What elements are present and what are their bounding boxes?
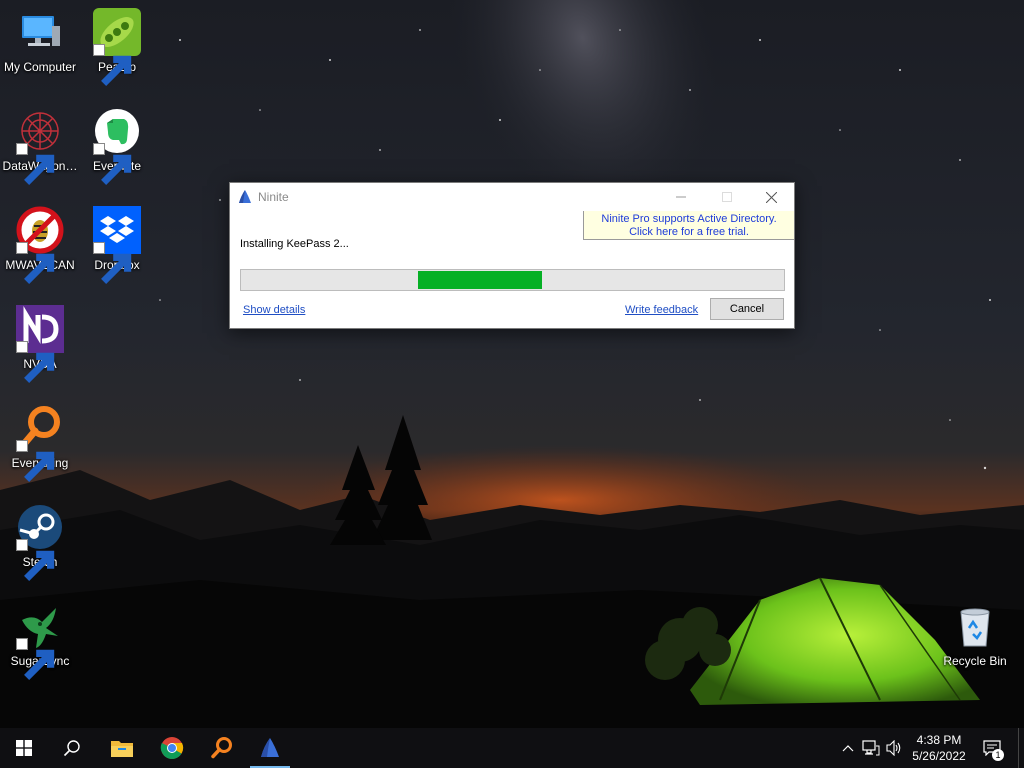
desktop-icon-mwavscan[interactable]: MWAVSCAN	[0, 206, 80, 284]
taskbar-ninite[interactable]	[246, 728, 294, 768]
system-clock[interactable]: 4:38 PM 5/26/2022	[906, 732, 972, 764]
desktop-icon-everything[interactable]: Everything	[0, 404, 80, 482]
recycle-bin-icon	[951, 602, 999, 650]
shortcut-arrow-icon	[16, 440, 55, 482]
taskbar-chrome[interactable]	[148, 728, 196, 768]
desktop-icon-evernote[interactable]: Evernote	[77, 107, 157, 185]
ninite-icon	[261, 738, 279, 757]
clock-date: 5/26/2022	[912, 749, 966, 763]
mwavscan-icon	[16, 206, 64, 284]
evernote-icon	[93, 107, 141, 185]
chrome-icon	[160, 737, 184, 759]
ninite-pro-promo[interactable]: Ninite Pro supports Active Directory. Cl…	[583, 211, 794, 240]
action-center-button[interactable]: 1	[982, 738, 1004, 761]
start-button[interactable]	[0, 728, 48, 768]
speaker-icon	[886, 740, 901, 756]
taskbar-everything[interactable]	[198, 728, 246, 768]
write-feedback-link[interactable]: Write feedback	[625, 304, 698, 316]
shortcut-arrow-icon	[16, 242, 55, 284]
desktop-icon-dropbox[interactable]: Dropbox	[77, 206, 157, 284]
minimize-button[interactable]	[658, 183, 704, 211]
desktop-icon-datawagon[interactable]: DataWagon…	[0, 107, 80, 185]
promo-line-2: Click here for a free trial.	[629, 226, 749, 238]
start-icon	[16, 740, 32, 756]
shortcut-arrow-icon	[16, 143, 55, 185]
maximize-icon	[722, 192, 732, 202]
install-progress-bar	[240, 269, 785, 291]
ninite-window[interactable]: Ninite Ninite Pro supports Active Direct…	[229, 182, 795, 329]
close-icon	[765, 191, 777, 203]
promo-line-1: Ninite Pro supports Active Directory.	[601, 213, 777, 225]
shortcut-arrow-icon	[93, 242, 132, 284]
shortcut-arrow-icon	[93, 44, 132, 86]
show-desktop-button[interactable]	[1018, 728, 1024, 768]
maximize-button	[704, 183, 750, 211]
datawagon-icon	[16, 107, 64, 185]
peazip-icon	[93, 8, 141, 86]
install-status-text: Installing KeePass 2...	[240, 238, 349, 250]
desktop-icon-nvda[interactable]: NVDA	[0, 305, 80, 383]
desktop-icon-recycle-bin[interactable]: Recycle Bin	[935, 602, 1015, 668]
desktop-icon-my-computer[interactable]: My Computer	[0, 8, 80, 74]
search-icon	[63, 740, 80, 757]
everything-icon	[16, 404, 64, 482]
shortcut-arrow-icon	[93, 143, 132, 185]
everything-icon	[211, 737, 232, 759]
file-explorer-icon	[111, 741, 133, 757]
desktop-icon-steam[interactable]: Steam	[0, 503, 80, 581]
progress-bar-fill	[418, 271, 542, 289]
show-details-link[interactable]: Show details	[243, 304, 305, 316]
network-button[interactable]	[861, 738, 881, 758]
minimize-icon	[676, 196, 686, 198]
nvda-icon	[16, 305, 64, 383]
desktop-icon-peazip[interactable]: PeaZip	[77, 8, 157, 86]
close-button[interactable]	[748, 183, 794, 211]
desktop-icon-sugarsync[interactable]: SugarSync	[0, 602, 80, 680]
shortcut-arrow-icon	[16, 341, 55, 383]
steam-icon	[16, 503, 64, 581]
clock-time: 4:38 PM	[916, 733, 962, 747]
volume-button[interactable]	[884, 738, 904, 758]
network-icon	[862, 740, 880, 756]
notification-count-badge: 1	[992, 749, 1004, 761]
sugarsync-icon	[16, 602, 64, 680]
window-title: Ninite	[258, 190, 289, 204]
shortcut-arrow-icon	[16, 638, 55, 680]
ninite-logo-icon	[238, 189, 252, 205]
title-bar[interactable]: Ninite	[230, 183, 794, 211]
taskbar: 4:38 PM 5/26/2022 1	[0, 728, 1024, 768]
show-hidden-icons-button[interactable]	[838, 738, 858, 758]
taskbar-file-explorer[interactable]	[98, 728, 146, 768]
shortcut-arrow-icon	[16, 539, 55, 581]
cancel-button[interactable]: Cancel	[710, 298, 784, 320]
search-button[interactable]	[48, 728, 96, 768]
chevron-up-icon	[842, 745, 854, 752]
dropbox-icon	[93, 206, 141, 284]
computer-icon	[16, 8, 64, 56]
